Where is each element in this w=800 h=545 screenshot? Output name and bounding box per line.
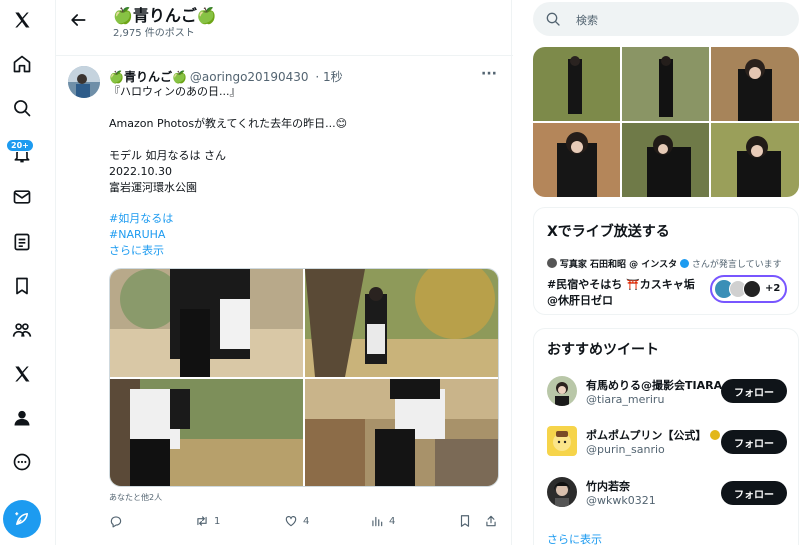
views-chart-icon [372, 516, 383, 527]
listener-avatar [743, 280, 761, 298]
tweet-line: Amazon Photosが教えてくれた去年の昨日...😊 [109, 117, 348, 130]
listeners-extra-count: +2 [765, 283, 781, 294]
avatar[interactable] [547, 426, 577, 456]
tweet-line: 2022.10.30 [109, 165, 172, 178]
recommended-title: おすすめツイート [547, 342, 659, 358]
left-nav: 20+ [0, 0, 44, 545]
gallery-photo[interactable] [711, 47, 799, 121]
search-input[interactable]: 検索 [533, 2, 799, 36]
tweet-line: モデル 如月なるは さん [109, 149, 226, 162]
avatar[interactable] [68, 66, 100, 98]
like-count: 4 [303, 515, 310, 527]
tweet-time[interactable]: · 1秒 [315, 70, 342, 84]
premium-x-icon[interactable] [8, 360, 36, 388]
liked-by-text[interactable]: あなたと他2人 [109, 492, 162, 503]
tweet-line: 富岩運河環水公園 [109, 181, 197, 194]
space-title-line2[interactable]: @休肝日ゼロ [547, 292, 613, 308]
media-gallery [533, 47, 799, 197]
host-avatar [547, 258, 557, 268]
author-handle[interactable]: @aoringo20190430 [190, 70, 309, 84]
recommended-user-handle[interactable]: @wkwk0321 [586, 494, 656, 507]
gallery-photo[interactable] [622, 123, 709, 197]
tweet-photo[interactable] [110, 379, 303, 486]
notification-count-badge: 20+ [6, 139, 34, 152]
more-options-icon[interactable]: ··· [481, 66, 501, 82]
recommended-user-name[interactable]: 竹内若奈 [586, 478, 630, 494]
hashtag-link[interactable]: #NARUHA [109, 228, 165, 242]
compose-icon [15, 512, 28, 525]
reply-button[interactable] [109, 512, 128, 530]
gallery-photo[interactable] [533, 47, 620, 121]
home-icon[interactable] [8, 50, 36, 78]
page-title: 🍏青りんご🍏 [113, 6, 217, 25]
verified-badge-icon [679, 259, 689, 268]
gallery-photo[interactable] [533, 123, 620, 197]
avatar[interactable] [547, 376, 577, 406]
views-count: 4 [389, 515, 396, 527]
x-logo-icon[interactable] [8, 6, 36, 34]
show-more-link[interactable]: さらに表示 [109, 244, 164, 258]
follow-button[interactable]: フォロー [721, 379, 787, 403]
recommended-card: おすすめツイート 有馬めりる@撮影会TIARA @tiara_meriru フォ… [533, 328, 799, 545]
profile-icon[interactable] [8, 404, 36, 432]
hashtag-link[interactable]: #如月なるは [109, 212, 173, 226]
views-button[interactable]: 4 [370, 512, 395, 530]
search-icon [546, 12, 560, 26]
share-button[interactable] [484, 512, 498, 530]
live-spaces-card: Xでライブ放送する 写真家 石田和昭 @ インスタ さんが発言しています #民宿… [533, 207, 799, 315]
compose-button[interactable] [3, 500, 41, 538]
retweet-button[interactable]: 1 [195, 512, 220, 530]
messages-icon[interactable] [8, 183, 36, 211]
space-host-line[interactable]: 写真家 石田和昭 @ インスタ さんが発言しています [547, 257, 782, 270]
verified-badge-icon [710, 430, 721, 440]
back-arrow-icon[interactable] [68, 10, 88, 30]
tweet-media-grid [109, 268, 499, 487]
author-name[interactable]: 🍏青りんご🍏 [109, 70, 187, 84]
like-button[interactable]: 4 [284, 512, 309, 530]
gallery-photo[interactable] [711, 123, 799, 197]
recommended-user-name[interactable]: ポムポムプリン【公式】 [586, 427, 721, 443]
tweet-photo[interactable] [110, 269, 303, 377]
recommended-user-name-text: ポムポムプリン【公式】 [586, 429, 707, 442]
tweet-photo[interactable] [305, 379, 498, 486]
communities-icon[interactable] [8, 316, 36, 344]
bookmarks-icon[interactable] [8, 272, 36, 300]
search-icon[interactable] [8, 94, 36, 122]
profile-header: 🍏青りんご🍏 2,975 件のポスト [56, 0, 513, 56]
tweet-header: 🍏青りんご🍏 @aoringo20190430 · 1秒 [109, 68, 343, 85]
share-icon [486, 515, 496, 527]
main-column: 🍏青りんご🍏 2,975 件のポスト 🍏青りんご🍏 @aoringo2019043… [55, 0, 513, 545]
follow-button[interactable]: フォロー [721, 481, 787, 505]
retweet-icon [197, 516, 207, 526]
recommended-user-handle[interactable]: @tiara_meriru [586, 393, 664, 406]
space-listeners[interactable]: +2 [710, 275, 787, 303]
lists-icon[interactable] [8, 228, 36, 256]
post-count: 2,975 件のポスト [113, 28, 195, 39]
reply-icon [110, 516, 122, 528]
recommended-user-handle[interactable]: @purin_sanrio [586, 443, 665, 456]
bookmark-button[interactable] [458, 512, 472, 530]
space-host-suffix: さんが発言しています [691, 260, 782, 270]
bookmark-icon [460, 515, 470, 527]
tweet-line: 『ハロウィンのあの日...』 [109, 85, 241, 98]
show-more-link[interactable]: さらに表示 [547, 531, 602, 545]
retweet-count: 1 [214, 515, 221, 527]
follow-button[interactable]: フォロー [721, 430, 787, 454]
live-card-title: Xでライブ放送する [547, 224, 670, 240]
space-host: 写真家 石田和昭 @ インスタ [559, 260, 678, 270]
space-title-line1[interactable]: #民宿やそはち ⛩️カスキャ垢 [547, 276, 695, 292]
recommended-user-name[interactable]: 有馬めりる@撮影会TIARA [586, 377, 722, 393]
search-placeholder: 検索 [576, 14, 598, 27]
heart-icon [285, 516, 297, 527]
more-icon[interactable] [8, 448, 36, 476]
gallery-photo[interactable] [622, 47, 709, 121]
tweet-photo[interactable] [305, 269, 498, 377]
avatar[interactable] [547, 477, 577, 507]
